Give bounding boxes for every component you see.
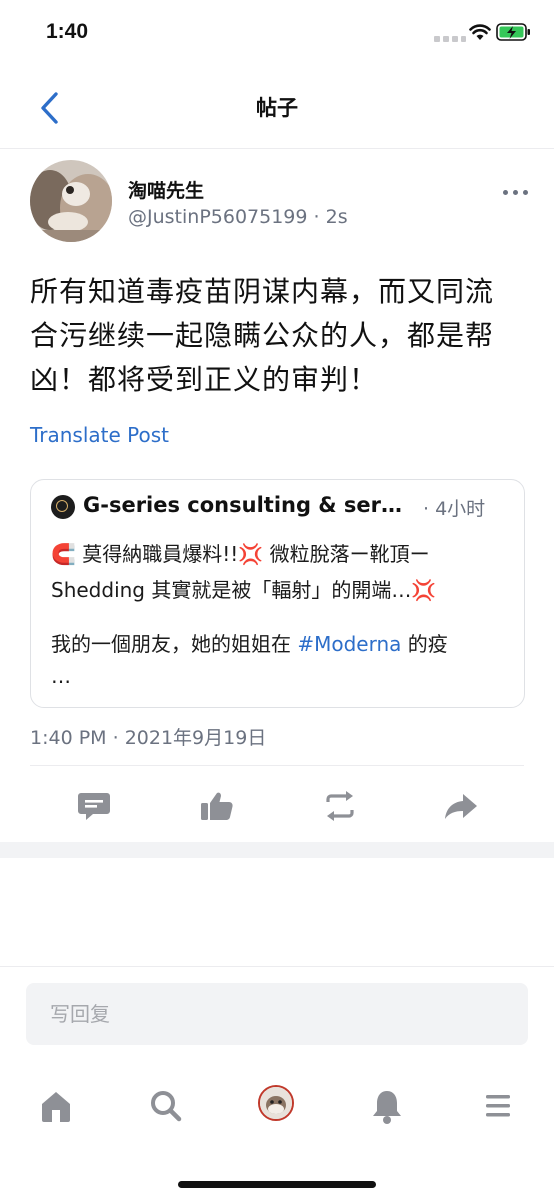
post-age: 2s [325,206,348,228]
post-date: 2021年9月19日 [124,727,267,749]
status-bar: 1:40 [0,0,554,66]
battery-charging-icon [496,23,530,41]
post-action-bar [0,784,554,828]
quoted-line-1-text: 莫得納職員爆料!! [82,542,239,566]
home-indicator [178,1181,376,1188]
like-icon[interactable] [199,790,235,822]
quoted-line-4: … [51,664,71,688]
meta-separator: · [313,206,326,228]
quoted-line-3-text-2: 的疫 [407,632,448,656]
translate-post-link[interactable]: Translate Post [30,423,169,447]
author-avatar[interactable] [30,160,112,242]
quoted-author-logo [51,495,75,519]
share-icon[interactable] [443,790,479,822]
author-name[interactable]: 淘喵先生 [128,176,204,203]
nav-bar: 帖子 [0,66,554,149]
page-title: 帖子 [256,96,298,120]
bell-icon[interactable] [367,1086,407,1126]
anger-symbol-emoji-icon: 💢 [411,578,437,602]
quoted-age-value: 4小时 [435,498,486,520]
author-meta: @JustinP56075199 · 2s [128,206,348,228]
anger-symbol-emoji-icon: 💢 [238,542,264,566]
post-text: 所有知道毒疫苗阴谋内幕，而又同流合污继续一起隐瞒公众的人，都是帮凶！都将受到正义… [30,275,495,396]
status-time: 1:40 [46,20,89,43]
comment-icon[interactable] [76,790,112,822]
quoted-post-card[interactable]: G-series consulting & services · 4小时 🧲 莫… [30,479,525,708]
quoted-line-2-text: Shedding 其實就是被「輻射」的開端… [51,578,412,602]
cellular-signal-icon [434,36,466,42]
menu-icon[interactable] [478,1086,518,1126]
quoted-author-name: G-series consulting & services [83,493,415,517]
date-separator: · [112,727,125,749]
magnet-emoji-icon: 🧲 [51,542,76,566]
bottom-tab-bar [0,1080,554,1140]
more-options-icon[interactable] [503,186,529,200]
post-time: 1:40 PM [30,727,107,749]
quoted-line-3: 我的一個朋友，她的姐姐在 #Moderna 的疫 [51,628,448,657]
section-gap [0,842,554,858]
quoted-line-1: 🧲 莫得納職員爆料!!💢 微粒脫落ー靴頂ー [51,538,430,567]
reply-input[interactable] [26,983,528,1045]
repost-icon[interactable] [322,790,358,822]
divider [0,966,554,967]
author-handle[interactable]: @JustinP56075199 [128,206,307,228]
quoted-post-age: · 4小时 [423,498,486,520]
quoted-line-3-text: 我的一個朋友，她的姐姐在 [51,632,291,656]
profile-avatar[interactable] [258,1085,294,1121]
home-icon[interactable] [36,1086,76,1126]
quoted-line-2: Shedding 其實就是被「輻射」的開端…💢 [51,574,436,603]
hashtag-link[interactable]: #Moderna [297,632,401,656]
divider [30,765,524,766]
quoted-line-1-text-2: 微粒脫落ー靴頂ー [269,542,430,566]
post-timestamp: 1:40 PM · 2021年9月19日 [30,723,266,750]
search-icon[interactable] [146,1086,186,1126]
wifi-icon [469,24,491,40]
